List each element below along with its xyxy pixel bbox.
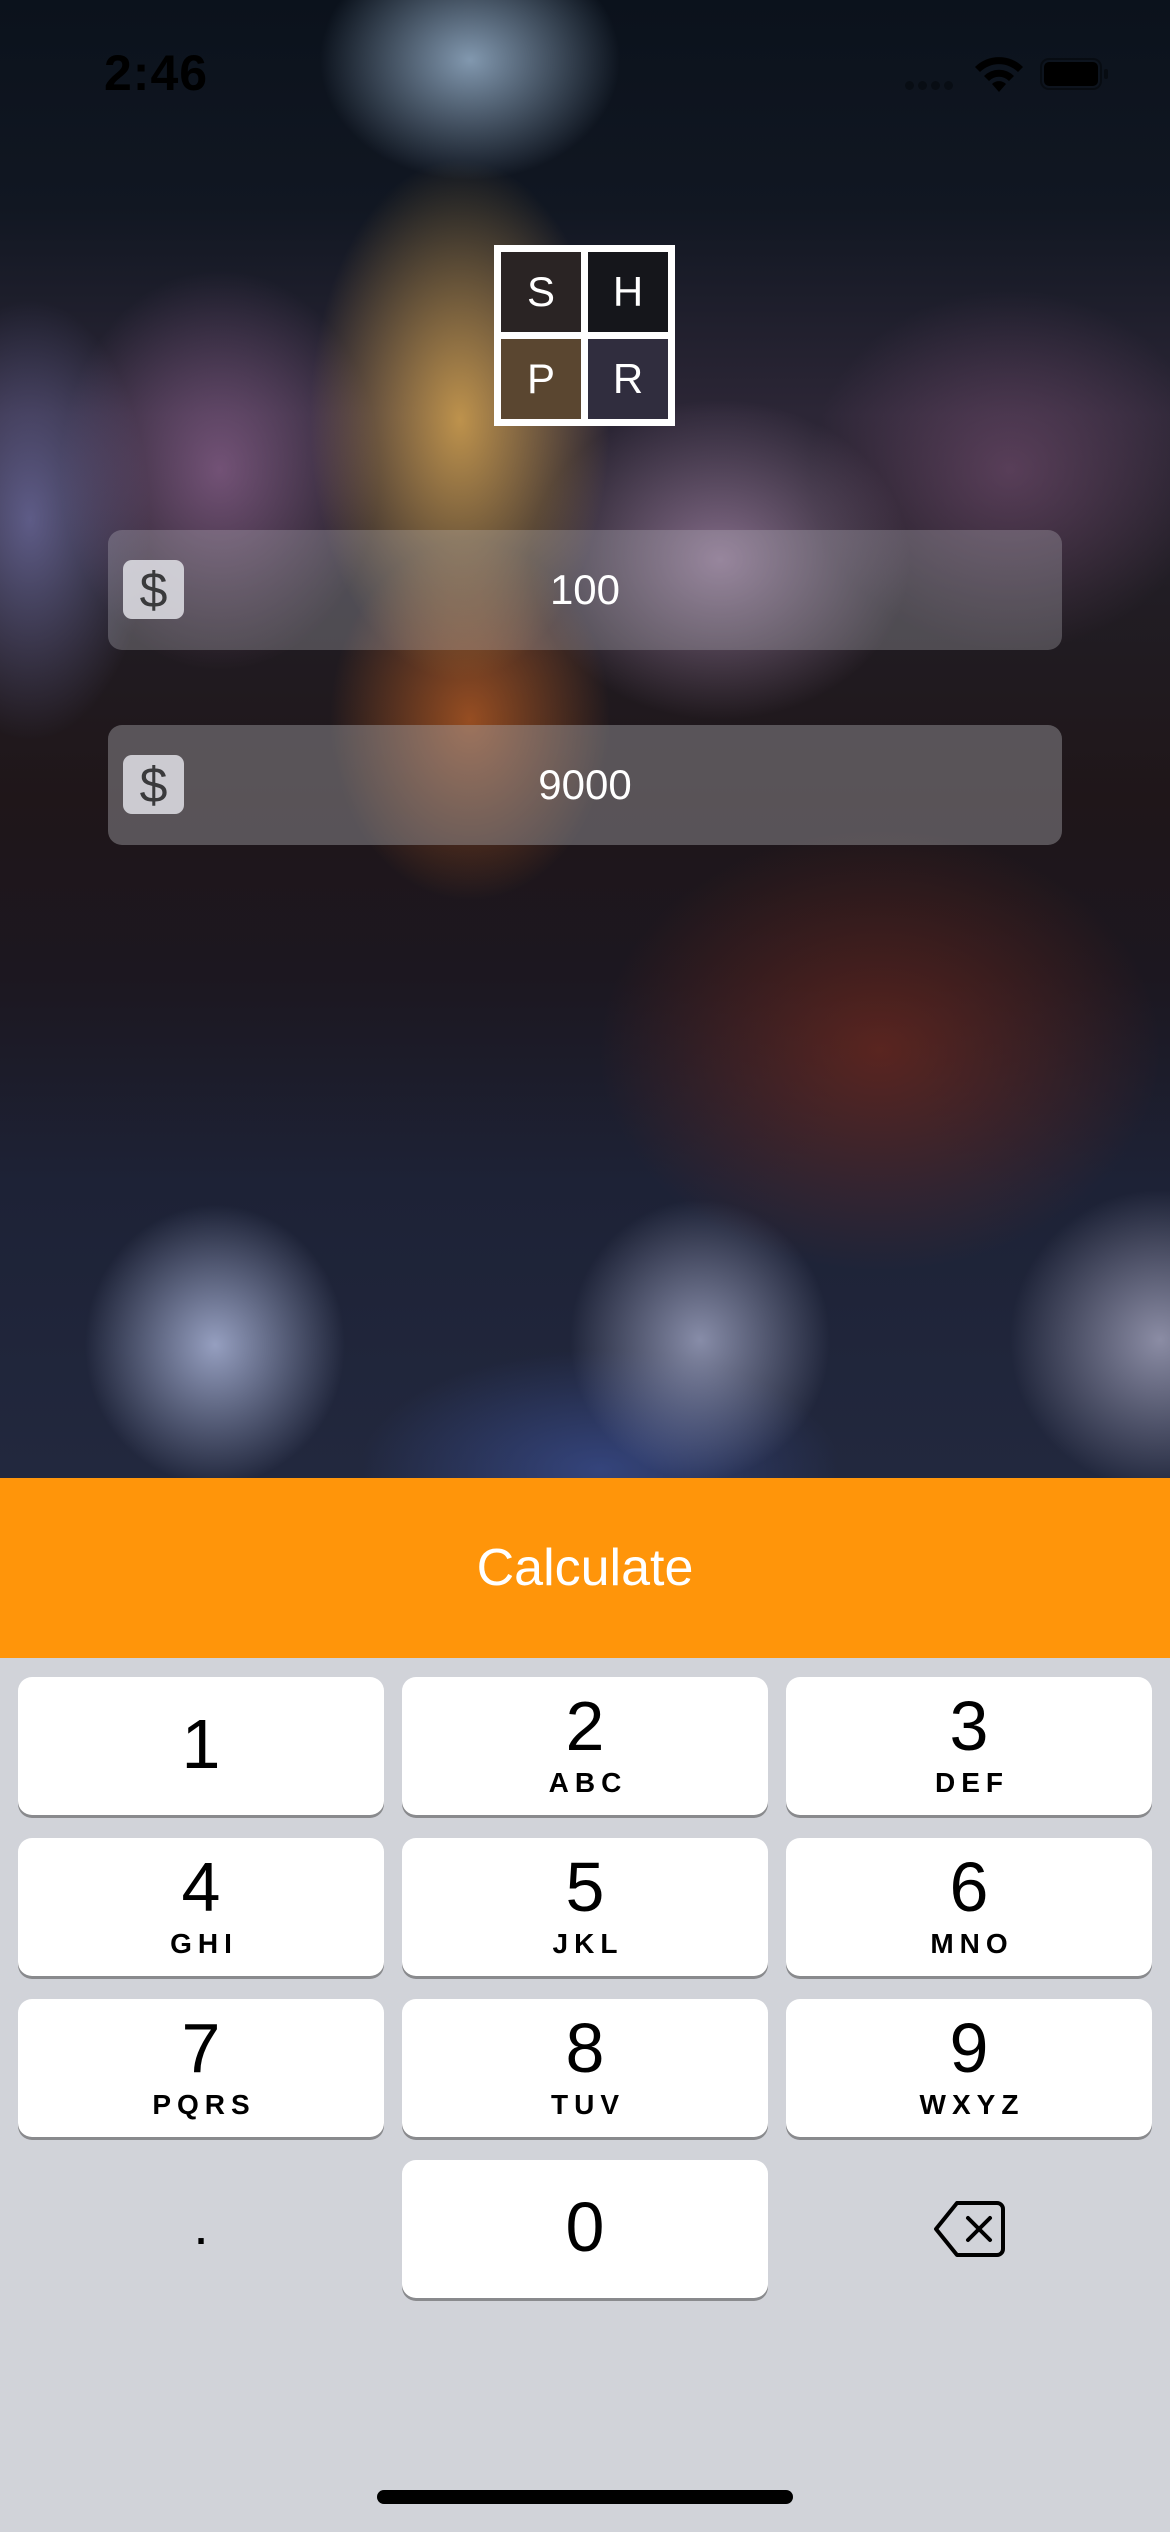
key-5[interactable]: 5 JKL bbox=[402, 1838, 768, 1976]
key-0[interactable]: 0 bbox=[402, 2160, 768, 2298]
key-digit: 2 bbox=[565, 1687, 605, 1765]
amount-field-2[interactable]: $ 9000 bbox=[108, 725, 1062, 845]
key-letters: DEF bbox=[935, 1767, 1009, 1798]
battery-icon bbox=[1040, 58, 1108, 90]
key-digit: 3 bbox=[949, 1687, 989, 1765]
key-letters: WXYZ bbox=[919, 2089, 1025, 2120]
key-digit: 8 bbox=[565, 2009, 605, 2087]
key-letters: PQRS bbox=[152, 2089, 256, 2120]
amount-field-1-value[interactable]: 100 bbox=[108, 530, 1062, 650]
key-digit: 5 bbox=[565, 1848, 605, 1926]
numeric-keypad: 1 2 ABC 3 DEF 4 GHI 5 JKL 6 MNO 7 PQRS 8… bbox=[0, 1658, 1170, 2532]
status-time: 2:46 bbox=[104, 45, 209, 101]
app-screen: 2:46 S H P R $ 100 $ 9000 Calculate 1 2 … bbox=[0, 0, 1170, 2532]
delete-key[interactable] bbox=[786, 2160, 1152, 2298]
amount-field-2-value[interactable]: 9000 bbox=[108, 725, 1062, 845]
key-3[interactable]: 3 DEF bbox=[786, 1677, 1152, 1815]
app-logo: S H P R bbox=[494, 245, 675, 426]
key-digit: 0 bbox=[565, 2188, 605, 2266]
key-digit: 1 bbox=[181, 1705, 221, 1783]
status-bar: 2:46 bbox=[0, 0, 1170, 140]
key-digit: 7 bbox=[181, 2009, 221, 2087]
key-9[interactable]: 9 WXYZ bbox=[786, 1999, 1152, 2137]
key-letters: GHI bbox=[170, 1928, 238, 1959]
key-6[interactable]: 6 MNO bbox=[786, 1838, 1152, 1976]
key-letters: ABC bbox=[548, 1767, 628, 1798]
key-4[interactable]: 4 GHI bbox=[18, 1838, 384, 1976]
key-digit: 4 bbox=[181, 1848, 221, 1926]
logo-letter-r: R bbox=[588, 339, 668, 419]
key-letters: JKL bbox=[552, 1928, 624, 1959]
key-digit: 6 bbox=[949, 1848, 989, 1926]
key-8[interactable]: 8 TUV bbox=[402, 1999, 768, 2137]
logo-letter-s: S bbox=[501, 252, 581, 332]
wifi-icon bbox=[975, 57, 1023, 92]
logo-letter-h: H bbox=[588, 252, 668, 332]
key-7[interactable]: 7 PQRS bbox=[18, 1999, 384, 2137]
key-letters: MNO bbox=[930, 1928, 1014, 1959]
logo-letter-p: P bbox=[501, 339, 581, 419]
home-indicator bbox=[377, 2490, 793, 2504]
decimal-key[interactable]: . bbox=[18, 2160, 384, 2298]
key-1[interactable]: 1 bbox=[18, 1677, 384, 1815]
key-2[interactable]: 2 ABC bbox=[402, 1677, 768, 1815]
cellular-signal-icon bbox=[905, 72, 955, 90]
key-digit: 9 bbox=[949, 2009, 989, 2087]
backspace-icon bbox=[934, 2201, 1005, 2257]
calculate-button[interactable]: Calculate bbox=[0, 1478, 1170, 1658]
amount-field-1[interactable]: $ 100 bbox=[108, 530, 1062, 650]
key-letters: TUV bbox=[551, 2089, 625, 2120]
